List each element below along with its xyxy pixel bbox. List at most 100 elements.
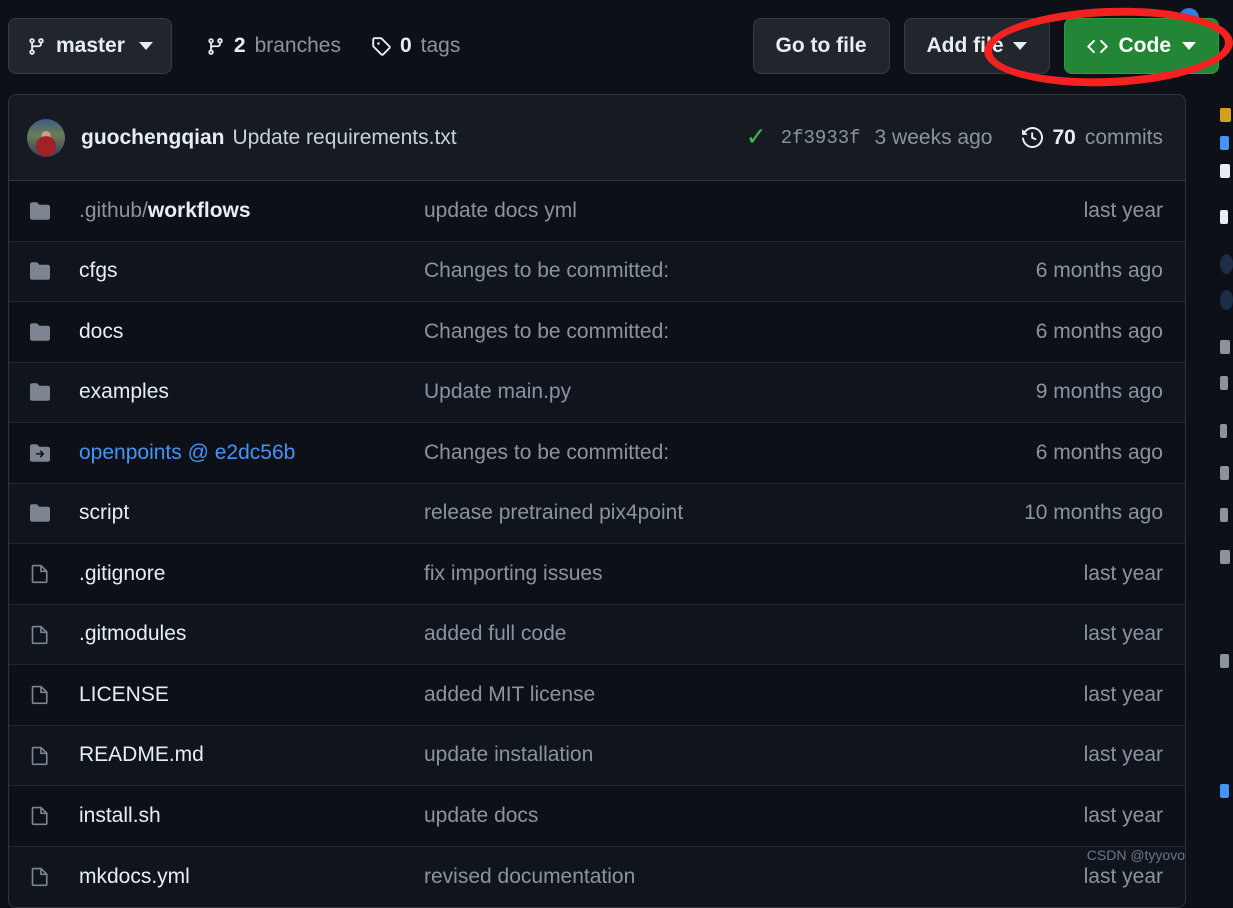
submodule-icon (27, 442, 53, 464)
table-row[interactable]: .github/workflows update docs yml last yea… (9, 181, 1185, 242)
table-row[interactable]: examples Update main.py 9 months ago (9, 362, 1185, 423)
commit-age-cell: last year (1083, 198, 1163, 222)
commit-meta: ✓ 2f3933f 3 weeks ago 70 commits (746, 125, 1163, 150)
folder-icon (27, 502, 53, 524)
file-name-link[interactable]: README.md (79, 743, 424, 767)
commit-age-cell: last year (1083, 622, 1163, 646)
repo-meta-group: 2 branches 0 tags (206, 34, 460, 58)
file-icon (27, 744, 53, 766)
branch-selector-button[interactable]: master (8, 18, 172, 74)
right-sidebar-sliver (1218, 94, 1233, 885)
commit-sha-link[interactable]: 2f3933f (781, 127, 861, 149)
commit-age-cell: last year (1083, 682, 1163, 706)
tag-icon (371, 36, 391, 56)
table-row[interactable]: README.md update installation last year (9, 725, 1185, 786)
go-to-file-button[interactable]: Go to file (752, 18, 890, 74)
file-icon (27, 805, 53, 827)
commit-age-label: 3 weeks ago (874, 125, 993, 149)
file-icon (27, 623, 53, 645)
file-rows-container: .github/workflows update docs yml last yea… (9, 181, 1185, 907)
file-icon (27, 866, 53, 888)
file-name-link[interactable]: docs (79, 320, 424, 344)
chevron-down-icon (138, 42, 153, 50)
table-row[interactable]: install.sh update docs last year (9, 786, 1185, 847)
commit-age-cell: 9 months ago (1035, 380, 1163, 404)
file-name-link[interactable]: .gitignore (79, 562, 424, 586)
file-icon (27, 684, 53, 706)
commit-message-cell[interactable]: Changes to be committed: (424, 441, 1036, 465)
table-row[interactable]: script release pretrained pix4point 10 mon… (9, 483, 1185, 544)
watermark-label: CSDN @tyyovo (1086, 847, 1185, 863)
file-name-link[interactable]: cfgs (79, 259, 424, 283)
branch-name-label: master (56, 34, 125, 57)
check-icon: ✓ (745, 123, 767, 151)
commit-message-cell[interactable]: Changes to be committed: (424, 259, 1036, 283)
file-name-link[interactable]: examples (79, 380, 424, 404)
add-file-button[interactable]: Add file (903, 18, 1050, 74)
repo-toolbar: master 2 branches 0 tags Go to file Add … (0, 0, 1233, 92)
table-row[interactable]: mkdocs.yml revised documentation last year (9, 846, 1185, 907)
folder-icon (27, 381, 53, 403)
commit-age-cell: last year (1083, 864, 1163, 888)
commits-label: commits (1084, 125, 1163, 149)
chevron-down-icon (1012, 42, 1027, 50)
commit-message-cell[interactable]: Changes to be committed: (424, 320, 1036, 344)
commit-message-cell[interactable]: added MIT license (424, 683, 1084, 707)
file-icon (27, 563, 53, 585)
file-name-link[interactable]: LICENSE (79, 683, 424, 707)
code-brackets-icon (1086, 36, 1108, 57)
commit-message-cell[interactable]: added full code (424, 622, 1084, 646)
code-button[interactable]: Code (1063, 18, 1219, 74)
folder-icon (27, 200, 53, 222)
table-row[interactable]: LICENSE added MIT license last year (9, 665, 1185, 726)
commit-age-cell: last year (1083, 743, 1163, 767)
file-name-link[interactable]: script (79, 501, 424, 525)
file-path-prefix: .github/ (79, 198, 148, 222)
commit-age-cell: 6 months ago (1035, 259, 1163, 283)
commit-message-cell[interactable]: fix importing issues (424, 562, 1084, 586)
file-name-link[interactable]: .github/workflows (79, 199, 424, 223)
file-browser-table: guochengqian Update requirements.txt ✓ 2… (8, 94, 1186, 908)
branches-count: 2 (233, 34, 246, 57)
commits-count-link[interactable]: 70 commits (1022, 126, 1163, 150)
commit-age-cell: last year (1083, 803, 1163, 827)
go-to-file-label: Go to file (775, 34, 867, 57)
table-row[interactable]: .gitignore fix importing issues last year (9, 544, 1185, 605)
code-button-label: Code (1118, 34, 1172, 57)
file-name-link[interactable]: openpoints @ e2dc56b (79, 441, 424, 465)
file-name-label: workflows (147, 198, 251, 222)
commit-message-cell[interactable]: update installation (424, 743, 1084, 767)
commit-age-cell: 6 months ago (1035, 440, 1163, 464)
tags-link[interactable]: 0 tags (371, 34, 460, 58)
branches-label: branches (254, 34, 341, 57)
folder-icon (27, 321, 53, 343)
add-file-label: Add file (926, 34, 1004, 57)
branches-link[interactable]: 2 branches (206, 34, 341, 58)
commit-age-cell: 10 months ago (1024, 501, 1163, 525)
branch-icon (206, 37, 225, 56)
toolbar-actions: Go to file Add file Code (752, 18, 1219, 74)
commit-age-cell: 6 months ago (1035, 319, 1163, 343)
table-row[interactable]: cfgs Changes to be committed: 6 months ago (9, 241, 1185, 302)
commit-message-cell[interactable]: update docs yml (424, 199, 1084, 223)
avatar (27, 118, 65, 157)
file-name-link[interactable]: install.sh (79, 804, 424, 828)
table-row[interactable]: openpoints @ e2dc56b Changes to be commit… (9, 423, 1185, 484)
commit-message-cell[interactable]: revised documentation (424, 865, 1084, 889)
commit-message-cell[interactable]: Update main.py (424, 380, 1036, 404)
table-row[interactable]: docs Changes to be committed: 6 months ago (9, 302, 1185, 363)
latest-commit-header: guochengqian Update requirements.txt ✓ 2… (9, 95, 1185, 181)
commits-count-value: 70 (1052, 125, 1076, 149)
tags-count: 0 (399, 34, 412, 57)
branch-icon (27, 37, 46, 56)
table-row[interactable]: .gitmodules added full code last year (9, 604, 1185, 665)
commit-message-cell[interactable]: release pretrained pix4point (424, 501, 1024, 525)
tags-label: tags (420, 34, 461, 57)
commit-message-cell[interactable]: update docs (424, 804, 1084, 828)
file-name-link[interactable]: .gitmodules (79, 622, 424, 646)
folder-icon (27, 260, 53, 282)
commit-message-link[interactable]: Update requirements.txt (233, 126, 457, 150)
file-name-link[interactable]: mkdocs.yml (79, 865, 424, 889)
commit-age-cell: last year (1083, 561, 1163, 585)
commit-author-link[interactable]: guochengqian (81, 126, 225, 150)
